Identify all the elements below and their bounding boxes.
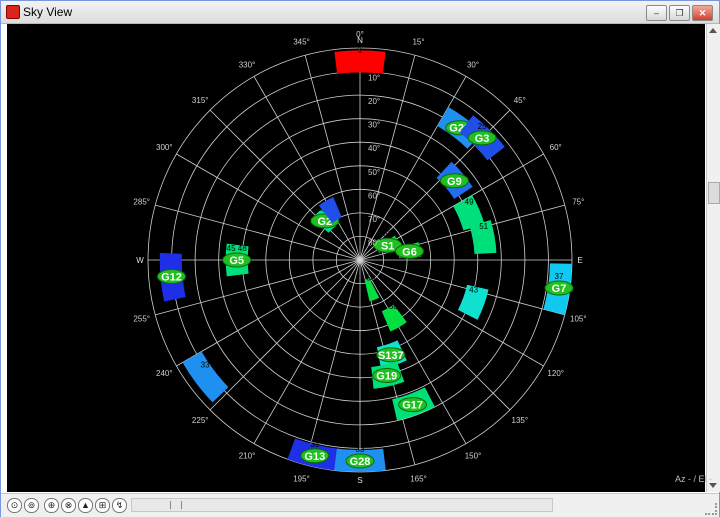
azimuth-spoke [209, 259, 361, 411]
toolbar-button-2[interactable]: ⊚ [24, 498, 39, 513]
azimuth-spoke [209, 109, 361, 261]
satellite-id-label: G7 [552, 283, 567, 295]
satellite-id-label: G5 [229, 255, 244, 267]
azimuth-label: 105° [570, 315, 587, 324]
satellite-sector[interactable] [182, 351, 229, 403]
satellite-id-label: G3 [475, 133, 490, 145]
satellite-snr-label: 33 [201, 361, 210, 370]
azimuth-label: 60° [550, 143, 562, 152]
satellite-id-label: G19 [376, 371, 397, 383]
satellite-id-label: G9 [447, 176, 462, 188]
toolbar-button-7[interactable]: ↯ [112, 498, 127, 513]
satellite-snr-label: 51 [479, 222, 488, 231]
satellite-snr-label: 53 [366, 274, 375, 283]
azimuth-label: 210° [239, 452, 256, 461]
close-button[interactable]: ✕ [692, 5, 713, 21]
satellite-id-label: G13 [304, 451, 325, 463]
satellite-snr-label: 49 [465, 198, 474, 207]
scroll-up-icon[interactable] [709, 28, 717, 33]
satellite-id-label: G28 [350, 456, 371, 468]
toolbar-button-3[interactable]: ⊕ [44, 498, 59, 513]
resize-grip-icon[interactable] [705, 503, 717, 515]
elevation-label: 30° [368, 121, 380, 130]
satellite-snr-label: 45 48 [227, 244, 248, 253]
azimuth-label: 240° [156, 369, 173, 378]
elevation-label: 60° [368, 191, 380, 200]
satellite-snr-label: 43 [469, 285, 478, 294]
satellite-snr-label: 37 [555, 272, 564, 281]
sky-plot-svg[interactable]: 1G23G325G94951S151G6G246G737435350S137G1… [7, 24, 705, 492]
azimuth-label: 330° [239, 60, 256, 69]
azimuth-spoke [304, 259, 361, 465]
satellite-id-label: S1 [381, 240, 394, 252]
azimuth-label: 30° [467, 60, 479, 69]
sky-plot[interactable]: 1G23G325G94951S151G6G246G737435350S137G1… [7, 24, 705, 492]
azimuth-label: 195° [293, 474, 310, 483]
compass-west: W [136, 256, 144, 265]
elevation-label: 80° [368, 238, 380, 247]
elevation-label: 40° [368, 144, 380, 153]
azimuth-label: 135° [512, 416, 529, 425]
toolbar-button-1[interactable]: ⊙ [7, 498, 22, 513]
scroll-thumb[interactable] [708, 182, 720, 204]
azimuth-label: 75° [572, 198, 584, 207]
satellite-id-label: S137 [378, 350, 404, 362]
azimuth-spoke [304, 55, 361, 261]
toolbar-button-4[interactable]: ⊗ [61, 498, 76, 513]
azimuth-label: 15° [412, 38, 424, 47]
scroll-grip-icon[interactable] [170, 501, 182, 509]
elevation-label: 10° [368, 74, 380, 83]
azimuth-label: 300° [156, 143, 173, 152]
compass-east: E [577, 256, 582, 265]
az-el-readout: Az - / El - [675, 474, 713, 484]
window-title: Sky View [23, 5, 73, 19]
satellite-id-label: G12 [161, 272, 182, 284]
elevation-label: 50° [368, 168, 380, 177]
satellite-snr-label: 1 [358, 45, 363, 54]
azimuth-label: 345° [293, 38, 310, 47]
azimuth-label: 225° [192, 416, 209, 425]
minimize-button[interactable]: ‒ [646, 5, 667, 21]
satellite-id-label: G6 [402, 246, 417, 258]
app-icon [6, 5, 20, 19]
toolbar-button-6[interactable]: ⊞ [95, 498, 110, 513]
satellite-snr-label: 51 [383, 229, 392, 238]
compass-north: N [357, 36, 363, 45]
bottom-toolbar: ⊙ ⊚ ⊕ ⊗ ▲ ⊞ ↯ [1, 493, 719, 517]
satellite-snr-label: 25 [478, 122, 487, 131]
azimuth-label: 315° [192, 96, 209, 105]
title-bar[interactable]: Sky View ‒ ❐ ✕ [1, 1, 719, 24]
horizontal-scrollbar[interactable] [131, 498, 553, 512]
azimuth-spoke [155, 259, 361, 316]
satellite-id-label: G17 [402, 400, 423, 412]
compass-south: S [357, 476, 362, 485]
elevation-label: 70° [368, 215, 380, 224]
azimuth-label: 45° [514, 96, 526, 105]
restore-button[interactable]: ❐ [669, 5, 690, 21]
sky-view-window: Sky View ‒ ❐ ✕ 1G23G325G94951S151G6G246G… [0, 0, 720, 517]
toolbar-button-5[interactable]: ▲ [78, 498, 93, 513]
azimuth-label: 150° [465, 452, 482, 461]
azimuth-label: 165° [410, 474, 427, 483]
azimuth-label: 120° [547, 369, 564, 378]
satellite-snr-label: 33 [356, 445, 365, 454]
satellite-snr-label: 33 [310, 440, 319, 449]
vertical-scrollbar[interactable] [706, 24, 720, 492]
satellite-snr-label: 50 [389, 302, 398, 311]
azimuth-label: 255° [133, 315, 150, 324]
azimuth-label: 285° [133, 198, 150, 207]
elevation-label: 20° [368, 97, 380, 106]
